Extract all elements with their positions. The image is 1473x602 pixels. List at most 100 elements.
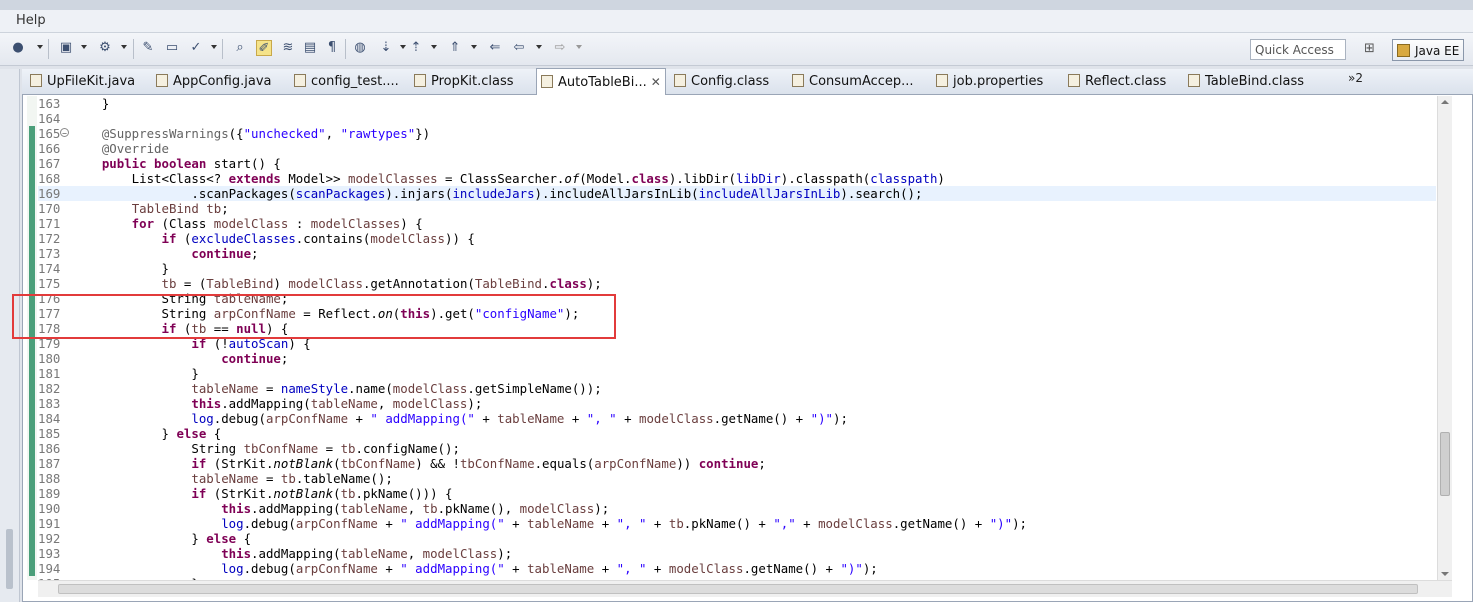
code-line[interactable]: 173 continue; — [38, 246, 1436, 261]
editor-vertical-scrollbar[interactable] — [1437, 96, 1452, 580]
code-line[interactable]: 164 — [38, 111, 1436, 126]
code-line[interactable]: 175 tb = (TableBind) modelClass.getAnnot… — [38, 276, 1436, 291]
tab-consumaccep[interactable]: ConsumAccep... — [792, 69, 914, 95]
tab-propkit-class[interactable]: PropKit.class — [414, 69, 514, 95]
code-line[interactable]: 187 if (StrKit.notBlank(tbConfName) && !… — [38, 456, 1436, 471]
code-line[interactable]: 183 this.addMapping(tableName, modelClas… — [38, 396, 1436, 411]
code-line[interactable]: 170 TableBind tb; — [38, 201, 1436, 216]
scroll-down-icon[interactable] — [1441, 572, 1449, 576]
tab-overflow-button[interactable]: »2 — [1348, 71, 1363, 85]
perspective-java-ee-button[interactable]: Java EE — [1392, 39, 1464, 61]
java-ee-icon — [1397, 44, 1410, 57]
vertical-scroll-thumb[interactable] — [1440, 432, 1450, 496]
wizard-dropdown-icon[interactable] — [121, 45, 127, 49]
left-rail-scroll-thumb[interactable] — [6, 529, 13, 589]
line-number: 186 — [38, 441, 61, 456]
prev-annotation-icon[interactable]: ⇡ — [408, 40, 424, 56]
open-perspective-icon[interactable]: ⊞ — [1364, 41, 1380, 57]
code-line[interactable]: 180 continue; — [38, 351, 1436, 366]
code-line[interactable]: 169 .scanPackages(scanPackages).injars(i… — [38, 186, 1436, 201]
code-line[interactable]: 166 @Override — [38, 141, 1436, 156]
toggle-highlight-icon[interactable]: ≋ — [280, 40, 296, 56]
search-icon[interactable]: ⌕ — [232, 40, 248, 56]
editor-tab-bar: UpFileKit.java AppConfig.java config_tes… — [22, 68, 1473, 95]
run-tool-dropdown-icon[interactable] — [211, 45, 217, 49]
line-number: 193 — [38, 546, 61, 561]
code-line[interactable]: 193 this.addMapping(tableName, modelClas… — [38, 546, 1436, 561]
next-annotation-icon[interactable]: ⇣ — [378, 40, 394, 56]
last-edit-icon[interactable]: ⇑ — [447, 40, 463, 56]
code-line[interactable]: 181 } — [38, 366, 1436, 381]
code-line[interactable]: 192 } else { — [38, 531, 1436, 546]
code-line[interactable]: 189 if (StrKit.notBlank(tb.pkName())) { — [38, 486, 1436, 501]
line-number: 194 — [38, 561, 61, 576]
fold-toggle-icon[interactable]: − — [60, 128, 69, 138]
debug-dropdown-icon[interactable] — [37, 45, 43, 49]
forward-arrow-icon[interactable]: ⇨ — [552, 40, 568, 56]
globe-icon[interactable]: ◍ — [352, 40, 368, 56]
new-wizard-icon[interactable]: ⚙ — [97, 40, 113, 56]
toolbar-separator — [345, 39, 346, 59]
code-line[interactable]: 172 if (excludeClasses.contains(modelCla… — [38, 231, 1436, 246]
code-line[interactable]: 194 log.debug(arpConfName + " addMapping… — [38, 561, 1436, 576]
code-text: @Override — [72, 141, 169, 156]
forward-dropdown-icon[interactable] — [576, 45, 582, 49]
tab-autotablebind[interactable]: AutoTableBi... ✕ — [536, 68, 666, 95]
annotation-highlight-box — [12, 294, 616, 339]
quick-access-input[interactable]: Quick Access — [1250, 39, 1346, 60]
menu-help[interactable]: Help — [16, 13, 46, 28]
tab-appconfig-java[interactable]: AppConfig.java — [156, 69, 271, 95]
back-icon[interactable]: ⇐ — [487, 40, 503, 56]
close-icon[interactable]: ✕ — [651, 75, 661, 89]
next-annotation-dropdown-icon[interactable] — [400, 45, 406, 49]
editor-horizontal-scrollbar[interactable] — [38, 580, 1452, 597]
code-line[interactable]: 171 for (Class modelClass : modelClasses… — [38, 216, 1436, 231]
code-line[interactable]: 167 public boolean start() { — [38, 156, 1436, 171]
new-dropdown-icon[interactable] — [81, 45, 87, 49]
run-tool-icon[interactable]: ✓ — [188, 40, 204, 56]
properties-file-icon — [936, 74, 948, 87]
code-text: tableName = nameStyle.name(modelClass.ge… — [191, 381, 602, 396]
code-line[interactable]: 191 log.debug(arpConfName + " addMapping… — [38, 516, 1436, 531]
tab-upfilekit-java[interactable]: UpFileKit.java — [30, 69, 135, 95]
code-text: if (StrKit.notBlank(tbConfName) && !tbCo… — [72, 456, 766, 471]
code-text: TableBind tb; — [131, 201, 229, 216]
show-whitespace-icon[interactable]: ¶ — [324, 40, 340, 56]
code-line[interactable]: 182 tableName = nameStyle.name(modelClas… — [38, 381, 1436, 396]
code-text: .scanPackages(scanPackages).injars(inclu… — [72, 186, 923, 201]
back-arrow-icon[interactable]: ⇦ — [511, 40, 527, 56]
tab-config-test[interactable]: config_test.... — [294, 69, 399, 95]
block-selection-icon[interactable]: ▤ — [302, 40, 318, 56]
code-line[interactable]: 165− @SuppressWarnings({"unchecked", "ra… — [38, 126, 1436, 141]
line-number: 167 — [38, 156, 61, 171]
code-line[interactable]: 174 } — [38, 261, 1436, 276]
tab-config-class[interactable]: Config.class — [674, 69, 769, 95]
back-dropdown-icon[interactable] — [536, 45, 542, 49]
code-line[interactable]: 190 this.addMapping(tableName, tb.pkName… — [38, 501, 1436, 516]
perspective-label: Java EE — [1415, 44, 1460, 58]
code-text: this.addMapping(tableName, modelClass); — [72, 396, 483, 411]
last-edit-dropdown-icon[interactable] — [471, 45, 477, 49]
code-line[interactable]: 186 String tbConfName = tb.configName(); — [38, 441, 1436, 456]
horizontal-scroll-thumb[interactable] — [58, 584, 1418, 594]
new-server-icon[interactable]: ▣ — [58, 40, 74, 56]
code-line[interactable]: 184 log.debug(arpConfName + " addMapping… — [38, 411, 1436, 426]
scroll-up-icon[interactable] — [1441, 100, 1449, 104]
code-line[interactable]: 188 tableName = tb.tableName(); — [38, 471, 1436, 486]
tab-tablebind-class[interactable]: TableBind.class — [1188, 69, 1304, 95]
quickdiff-marker — [29, 126, 35, 576]
prev-annotation-dropdown-icon[interactable] — [431, 45, 437, 49]
mark-occurrences-icon[interactable]: ✐ — [256, 40, 272, 56]
code-line[interactable]: 185 } else { — [38, 426, 1436, 441]
code-line[interactable]: 168 List<Class<? extends Model>> modelCl… — [38, 171, 1436, 186]
toolbar-separator — [133, 39, 134, 59]
line-number: 163 — [38, 96, 61, 111]
class-file-icon — [1188, 74, 1200, 87]
open-folder-icon[interactable]: ▭ — [164, 40, 180, 56]
code-line[interactable]: 163 } — [38, 96, 1436, 111]
line-number: 187 — [38, 456, 61, 471]
tab-job-properties[interactable]: job.properties — [936, 69, 1043, 95]
debug-icon[interactable]: ● — [10, 40, 26, 56]
open-type-icon[interactable]: ✎ — [140, 40, 156, 56]
tab-reflect-class[interactable]: Reflect.class — [1068, 69, 1166, 95]
